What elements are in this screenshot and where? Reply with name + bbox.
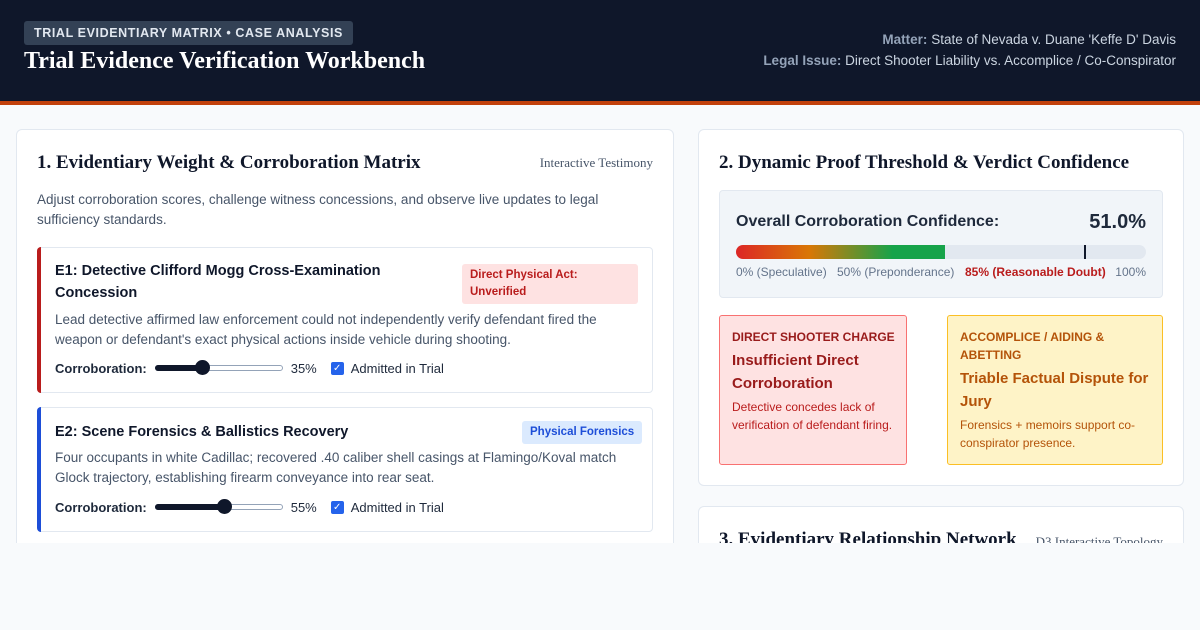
header-accent-rule: [0, 101, 1200, 105]
evidence-title: E2: Scene Forensics & Ballistics Recover…: [55, 424, 349, 440]
matter-value: State of Nevada v. Duane 'Keffe D' Davis: [931, 32, 1176, 47]
evidence-controls: Corroboration: 55% ✓ Admitted in Trial: [55, 497, 444, 517]
corroboration-label: Corroboration:: [55, 499, 147, 515]
verdict-headline: Insufficient Direct Corroboration: [732, 352, 859, 392]
verdict-direct-shooter: DIRECT SHOOTER CHARGE Insufficient Direc…: [719, 315, 907, 465]
page-title: Trial Evidence Verification Workbench: [24, 48, 426, 74]
matter-label: Matter:: [882, 32, 928, 47]
case-tag: TRIAL EVIDENTIARY MATRIX • CASE ANALYSIS: [24, 21, 353, 45]
legal-issue-line: Legal Issue: Direct Shooter Liability vs…: [616, 53, 1176, 68]
confidence-box: Overall Corroboration Confidence: 51.0% …: [719, 190, 1163, 298]
confidence-label: Overall Corroboration Confidence:: [736, 213, 1000, 230]
slider-thumb[interactable]: [194, 360, 210, 375]
evidence-matrix-panel: 1. Evidentiary Weight & Corroboration Ma…: [16, 129, 674, 559]
evidence-title: E1: Detective Clifford Mogg Cross-Examin…: [55, 263, 381, 301]
confidence-value: 51.0%: [1089, 211, 1146, 233]
evidence-controls: Corroboration: 35% ✓ Admitted in Trial: [55, 358, 444, 378]
reasonable-doubt-marker: [1083, 245, 1086, 259]
evidence-badge: Direct Physical Act: Unverified: [462, 264, 638, 304]
corroboration-slider[interactable]: [154, 497, 283, 517]
confidence-gauge: [736, 245, 1146, 259]
admitted-label: Admitted in Trial: [350, 360, 444, 376]
evidence-card-e2: E2: Scene Forensics & Ballistics Recover…: [37, 407, 653, 532]
verdict-detail: Detective concedes lack of verification …: [732, 400, 893, 432]
admitted-checkbox[interactable]: ✓: [330, 500, 344, 514]
evidence-accent-bar: [37, 407, 41, 532]
evidence-badge: Physical Forensics: [522, 421, 643, 444]
scale-label-50: 50% (Preponderance): [837, 265, 955, 279]
evidence-accent-bar: [37, 247, 41, 393]
legal-issue-value: Direct Shooter Liability vs. Accomplice …: [845, 53, 1176, 68]
verdict-key: DIRECT SHOOTER CHARGE: [732, 330, 895, 344]
evidence-description: Lead detective affirmed law enforcement …: [55, 312, 597, 347]
gauge-fill: [736, 245, 946, 259]
slider-fill: [154, 504, 225, 510]
corroboration-label: Corroboration:: [55, 360, 147, 376]
matter-line: Matter: State of Nevada v. Duane 'Keffe …: [616, 32, 1176, 47]
corroboration-value: 35%: [290, 360, 317, 376]
legal-issue-label: Legal Issue:: [763, 53, 842, 68]
evidence-description: Four occupants in white Cadillac; recove…: [55, 450, 617, 485]
admitted-label: Admitted in Trial: [350, 499, 444, 515]
verdict-accomplice: ACCOMPLICE / AIDING & ABETTING Triable F…: [947, 315, 1163, 465]
matrix-intro: Adjust corroboration scores, challenge w…: [37, 192, 599, 227]
admitted-checkbox[interactable]: ✓: [330, 361, 344, 375]
scale-label-100: 100%: [1115, 265, 1146, 279]
slider-thumb[interactable]: [217, 499, 233, 514]
verdict-detail: Forensics + memoirs support co-conspirat…: [960, 418, 1136, 450]
threshold-title: 2. Dynamic Proof Threshold & Verdict Con…: [719, 152, 1130, 173]
matrix-aside: Interactive Testimony: [539, 155, 653, 170]
corroboration-value: 55%: [290, 499, 317, 515]
viewport-cutoff: [0, 543, 1200, 630]
matrix-title: 1. Evidentiary Weight & Corroboration Ma…: [37, 152, 421, 173]
proof-threshold-panel: 2. Dynamic Proof Threshold & Verdict Con…: [698, 129, 1184, 486]
verdict-headline: Triable Factual Dispute for Jury: [960, 370, 1149, 410]
app-header: TRIAL EVIDENTIARY MATRIX • CASE ANALYSIS…: [0, 0, 1200, 101]
corroboration-slider[interactable]: [154, 358, 283, 378]
scale-label-0: 0% (Speculative): [736, 265, 827, 279]
evidence-card-e1: E1: Detective Clifford Mogg Cross-Examin…: [37, 247, 653, 393]
verdict-key: ACCOMPLICE / AIDING & ABETTING: [960, 330, 1105, 362]
scale-label-85: 85% (Reasonable Doubt): [965, 265, 1106, 279]
